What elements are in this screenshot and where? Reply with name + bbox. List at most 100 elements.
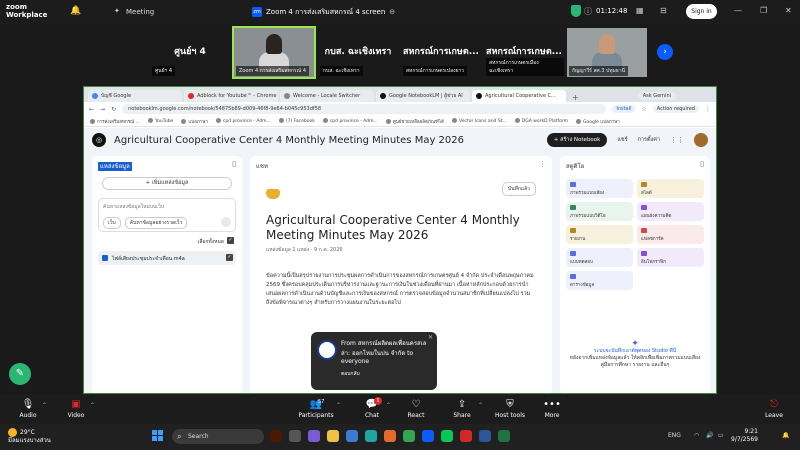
layout-icon[interactable]: ▦: [636, 6, 644, 15]
add-source-button[interactable]: + เพิ่มแหล่งข้อมูล: [102, 177, 232, 190]
studio-card[interactable]: อินโฟกราฟิก: [637, 248, 704, 267]
meeting-tab[interactable]: Meeting: [126, 8, 154, 16]
bookmark[interactable]: ศูนย์ช่วยเหลือผลิตภัณฑ์ได้: [386, 118, 444, 125]
collapse-panel-icon[interactable]: ▯: [232, 160, 236, 168]
excel-icon[interactable]: [498, 430, 510, 442]
close-icon[interactable]: ✕: [428, 334, 433, 341]
bell-icon[interactable]: 🔔: [70, 6, 81, 16]
minimize-icon[interactable]: —: [734, 6, 742, 15]
view-icon[interactable]: ⊟: [660, 6, 667, 15]
shield-icon[interactable]: [571, 5, 581, 17]
chrome-icon[interactable]: [403, 430, 415, 442]
action-required-button[interactable]: Action required: [652, 105, 699, 113]
weather-widget[interactable]: 29°C มีลมแรงบางส่วน: [8, 428, 51, 445]
bookmark[interactable]: DGA workD Platform: [515, 118, 568, 124]
store-icon[interactable]: [346, 430, 358, 442]
bookmark[interactable]: Vector Icons and St...: [452, 118, 507, 124]
audio-options-icon[interactable]: ⌃: [42, 402, 47, 409]
reply-button[interactable]: ตอบกลับ: [341, 370, 431, 378]
studio-card[interactable]: ภาพรวมแบบวิดีโอ: [566, 202, 633, 221]
close-icon[interactable]: ✕: [785, 6, 792, 15]
notification-bell-icon[interactable]: 🔔: [782, 432, 789, 439]
system-clock[interactable]: 9:21 9/7/2569: [731, 428, 758, 444]
more-button[interactable]: ••• More: [532, 399, 572, 419]
participant-tile[interactable]: สหกรณ์การเกษต... สหกรณ์การเกษตรเปลงยาว: [401, 28, 481, 77]
chat-notification[interactable]: ✕ From สหกรณ์ผลิตผลเพื่อนครสเลล่า: ออกโห…: [311, 332, 437, 390]
collapse-panel-icon[interactable]: ▯: [700, 160, 704, 168]
leave-button[interactable]: ⎋ Leave: [754, 399, 794, 419]
browser-tab[interactable]: บัญชี Google: [88, 90, 182, 102]
chat-options-icon[interactable]: ⌃: [386, 402, 391, 409]
studio-card[interactable]: ตารางข้อมูล: [566, 271, 633, 290]
illustrator-icon[interactable]: [270, 430, 282, 442]
fast-research-chip[interactable]: ค้นหาข้อมูลอย่างรวดเร็ว: [124, 217, 188, 229]
react-button[interactable]: ♡ React: [396, 399, 436, 419]
install-button[interactable]: Install: [612, 105, 636, 113]
create-notebook-button[interactable]: + สร้าง Notebook: [546, 133, 608, 147]
select-all-row[interactable]: เลือกทั้งหมด ✓: [98, 237, 236, 246]
info-icon[interactable]: ⓘ: [584, 6, 592, 17]
browser-tab[interactable]: Adblock for Youtube™ - Chrome: [184, 90, 278, 102]
back-icon[interactable]: ←: [89, 106, 94, 113]
studio-card[interactable]: รายงาน: [566, 225, 633, 244]
notebook-title[interactable]: Agricultural Cooperative Center 4 Monthl…: [114, 135, 464, 146]
edge-icon[interactable]: [365, 430, 377, 442]
share-options-icon[interactable]: ⌃: [478, 402, 483, 409]
minimize-share-icon[interactable]: ⊖: [389, 8, 395, 16]
web-search-box[interactable]: ค้นหาแหล่งข้อมูลใหม่บนเว็บ เว็บ ค้นหาข้อ…: [98, 198, 236, 232]
bookmark[interactable]: cpd province - Adm...: [323, 118, 378, 124]
browser-tab[interactable]: Google NotebookLM | ผู้ช่วย AI: [376, 90, 470, 102]
host-tools-button[interactable]: ⛨ Host tools: [490, 399, 530, 419]
windows-start-icon[interactable]: [152, 430, 164, 442]
pdf-icon[interactable]: [460, 430, 472, 442]
ask-gemini-button[interactable]: Ask Gemini: [637, 92, 676, 100]
web-chip[interactable]: เว็บ: [103, 217, 121, 229]
signin-button[interactable]: Sign in: [686, 4, 717, 19]
studio-card[interactable]: สไลด์: [637, 179, 704, 198]
forward-icon[interactable]: →: [100, 106, 105, 113]
avatar[interactable]: [694, 133, 708, 147]
line-icon[interactable]: [441, 430, 453, 442]
gallery-next-icon[interactable]: ›: [657, 44, 673, 60]
checkbox-icon[interactable]: ✓: [227, 237, 234, 244]
battery-icon[interactable]: ▭: [718, 432, 724, 439]
participant-tile[interactable]: สหกรณ์การเกษต... สหกรณ์การเกษตรเมืองฉะเช…: [484, 28, 564, 77]
menu-icon[interactable]: ⋮: [705, 106, 711, 113]
participant-tile-video[interactable]: Zoom 4 การส่งเสริมสหกรณ์ 4: [232, 26, 316, 79]
participant-tile[interactable]: กบส. ฉะเชิงเทรา กบส. ฉะเชิงเทรา: [318, 28, 398, 77]
copilot-icon[interactable]: [308, 430, 320, 442]
notebooklm-logo-icon[interactable]: ◎: [92, 133, 106, 147]
chat-options-icon[interactable]: ⋮: [539, 160, 546, 168]
bookmark[interactable]: cpd province - Adm...: [216, 118, 271, 124]
language-indicator[interactable]: ENG: [668, 432, 681, 439]
maximize-icon[interactable]: ❐: [760, 6, 767, 15]
studio-card[interactable]: ภาพรวมแบบเสียง: [566, 179, 633, 198]
word-icon[interactable]: [479, 430, 491, 442]
checkbox-icon[interactable]: ✓: [226, 254, 233, 261]
new-tab-icon[interactable]: +: [568, 93, 583, 102]
window-title[interactable]: zm Zoom 4 การส่งเสริมสหกรณ์ 4 screen ⊖: [248, 5, 399, 19]
bookmark[interactable]: แปลภาษา: [181, 118, 208, 125]
bookmark[interactable]: YouTube: [148, 118, 173, 124]
participants-options-icon[interactable]: ⌃: [336, 402, 341, 409]
bookmark[interactable]: (7) Facebook: [279, 118, 315, 124]
participant-tile[interactable]: ศูนย์ฯ 4 ศูนย์ฯ 4: [150, 28, 230, 77]
participant-tile-video[interactable]: กัญญาวีร์ สศ.3 ปทุมธานี: [567, 28, 647, 77]
taskbar-search[interactable]: Search: [172, 429, 264, 444]
search-submit-icon[interactable]: [221, 217, 231, 227]
studio-card[interactable]: แบบทดสอบ: [566, 248, 633, 267]
share-button[interactable]: ⇪ Share: [442, 399, 482, 419]
bookmark[interactable]: การส่งเสริมสหกรณ์ ...: [90, 118, 140, 125]
annotate-pencil-icon[interactable]: ✎: [9, 363, 31, 385]
zoom-icon[interactable]: [422, 430, 434, 442]
app-icon[interactable]: [289, 430, 301, 442]
browser-tab-active[interactable]: Agricultural Cooperative C...: [472, 90, 566, 102]
wifi-icon[interactable]: ◠: [694, 432, 699, 439]
star-icon[interactable]: ☆: [641, 106, 646, 113]
apps-grid-icon[interactable]: ⋮⋮: [670, 136, 684, 144]
video-options-icon[interactable]: ⌃: [90, 402, 95, 409]
browser-tab[interactable]: Welcome - Locale Switcher: [280, 90, 374, 102]
save-note-button[interactable]: บันทึกแล้ว: [501, 182, 536, 196]
firefox-icon[interactable]: [384, 430, 396, 442]
source-item[interactable]: ไฟล์เสียงประชุมประจำเดือน.m4a ✓: [98, 251, 236, 265]
